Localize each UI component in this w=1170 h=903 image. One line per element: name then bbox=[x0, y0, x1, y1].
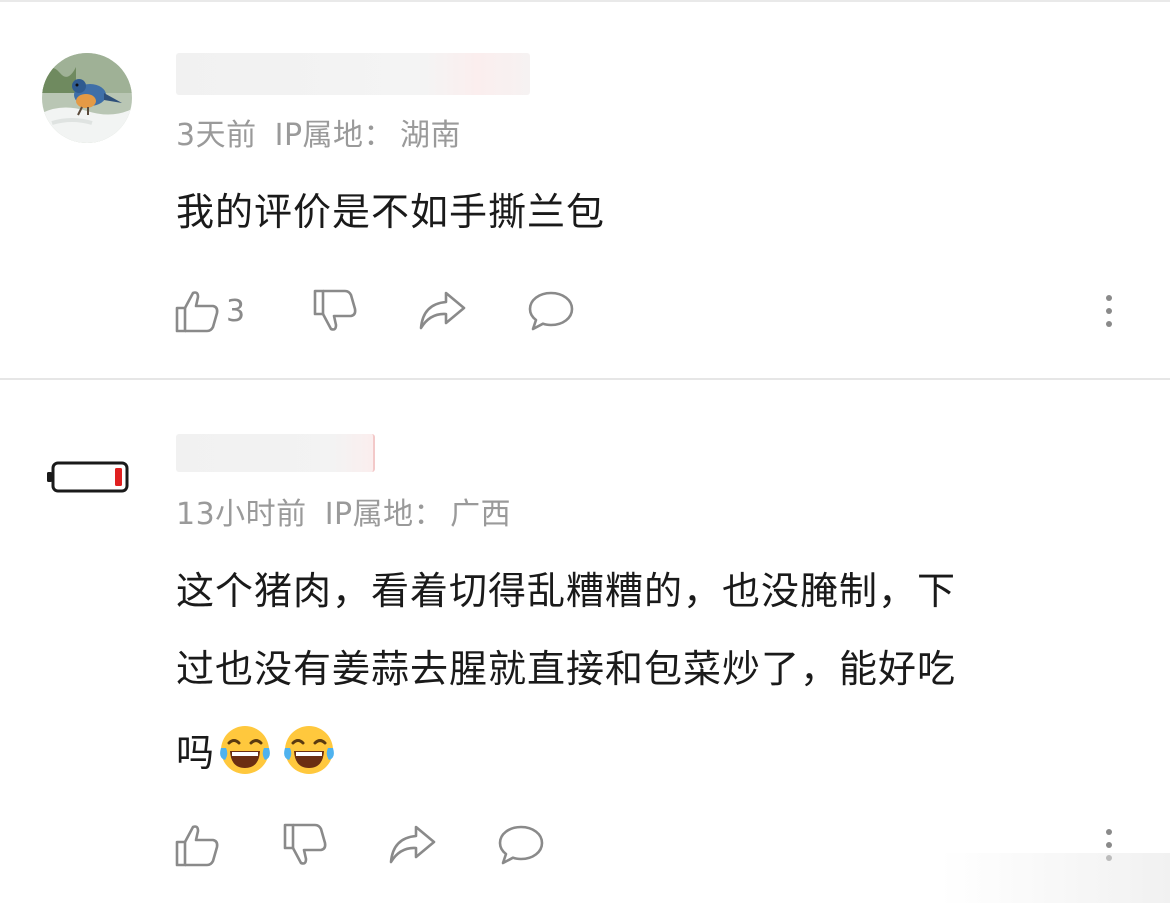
share-button[interactable] bbox=[418, 286, 468, 336]
comment-text-tail: 吗 bbox=[176, 731, 216, 775]
comment-time: 3天前 bbox=[176, 118, 257, 153]
more-dot-icon bbox=[1106, 321, 1112, 327]
username-blurred[interactable] bbox=[176, 53, 530, 95]
comment-text-line: 吗 bbox=[176, 724, 1106, 775]
more-dot-icon bbox=[1106, 308, 1112, 314]
low-battery-avatar[interactable] bbox=[42, 432, 132, 522]
like-button[interactable]: 3 bbox=[174, 286, 245, 336]
ip-label: IP属地： bbox=[274, 118, 395, 153]
ip-label: IP属地： bbox=[324, 497, 445, 532]
comment-divider bbox=[0, 378, 1170, 380]
more-dot-icon bbox=[1106, 829, 1112, 835]
comment-text-line: 过也没有姜蒜去腥就直接和包菜炒了，能好吃 bbox=[176, 647, 957, 691]
bird-photo-avatar[interactable] bbox=[42, 53, 132, 143]
reply-button[interactable] bbox=[527, 286, 575, 336]
dislike-button[interactable] bbox=[312, 286, 358, 336]
thumbs-up-icon bbox=[175, 825, 219, 867]
comment-text: 我的评价是不如手撕兰包 bbox=[176, 189, 1106, 235]
comment-list: 3天前 IP属地： 湖南 我的评价是不如手撕兰包 3 13小时前 IP属地： 广… bbox=[0, 0, 1170, 903]
comment-actions: 3 bbox=[0, 286, 1170, 336]
comment-text-line: 我的评价是不如手撕兰包 bbox=[176, 190, 606, 234]
dislike-button[interactable] bbox=[282, 820, 328, 870]
thumbs-down-icon bbox=[313, 289, 357, 331]
comment-text-line: 这个猪肉，看着切得乱糟糟的，也没腌制，下 bbox=[176, 569, 957, 613]
like-count: 3 bbox=[226, 293, 246, 329]
watermark-overlay bbox=[940, 853, 1170, 903]
laughing-tears-emoji bbox=[220, 726, 270, 774]
ip-region: 湖南 bbox=[400, 118, 462, 153]
share-icon bbox=[389, 825, 436, 864]
reply-button[interactable] bbox=[497, 820, 545, 870]
laughing-tears-emoji bbox=[284, 726, 334, 774]
more-options-button[interactable] bbox=[1099, 286, 1119, 336]
more-dot-icon bbox=[1106, 295, 1112, 301]
comment-meta: 13小时前 IP属地： 广西 bbox=[176, 489, 529, 533]
top-divider bbox=[0, 0, 1170, 2]
comment-bubble-icon bbox=[528, 291, 574, 331]
thumbs-down-icon bbox=[283, 823, 327, 865]
share-button[interactable] bbox=[388, 820, 438, 870]
ip-region: 广西 bbox=[450, 497, 512, 532]
comment-bubble-icon bbox=[498, 825, 544, 865]
thumbs-up-icon bbox=[175, 291, 219, 333]
username-blurred[interactable] bbox=[176, 434, 375, 472]
comment-text: 这个猪肉，看着切得乱糟糟的，也没腌制，下 过也没有姜蒜去腥就直接和包菜炒了，能好… bbox=[176, 568, 1106, 775]
share-icon bbox=[419, 291, 466, 330]
like-button[interactable] bbox=[174, 820, 226, 870]
comment-time: 13小时前 bbox=[176, 497, 307, 532]
comment-meta: 3天前 IP属地： 湖南 bbox=[176, 110, 479, 154]
more-dot-icon bbox=[1106, 842, 1112, 848]
